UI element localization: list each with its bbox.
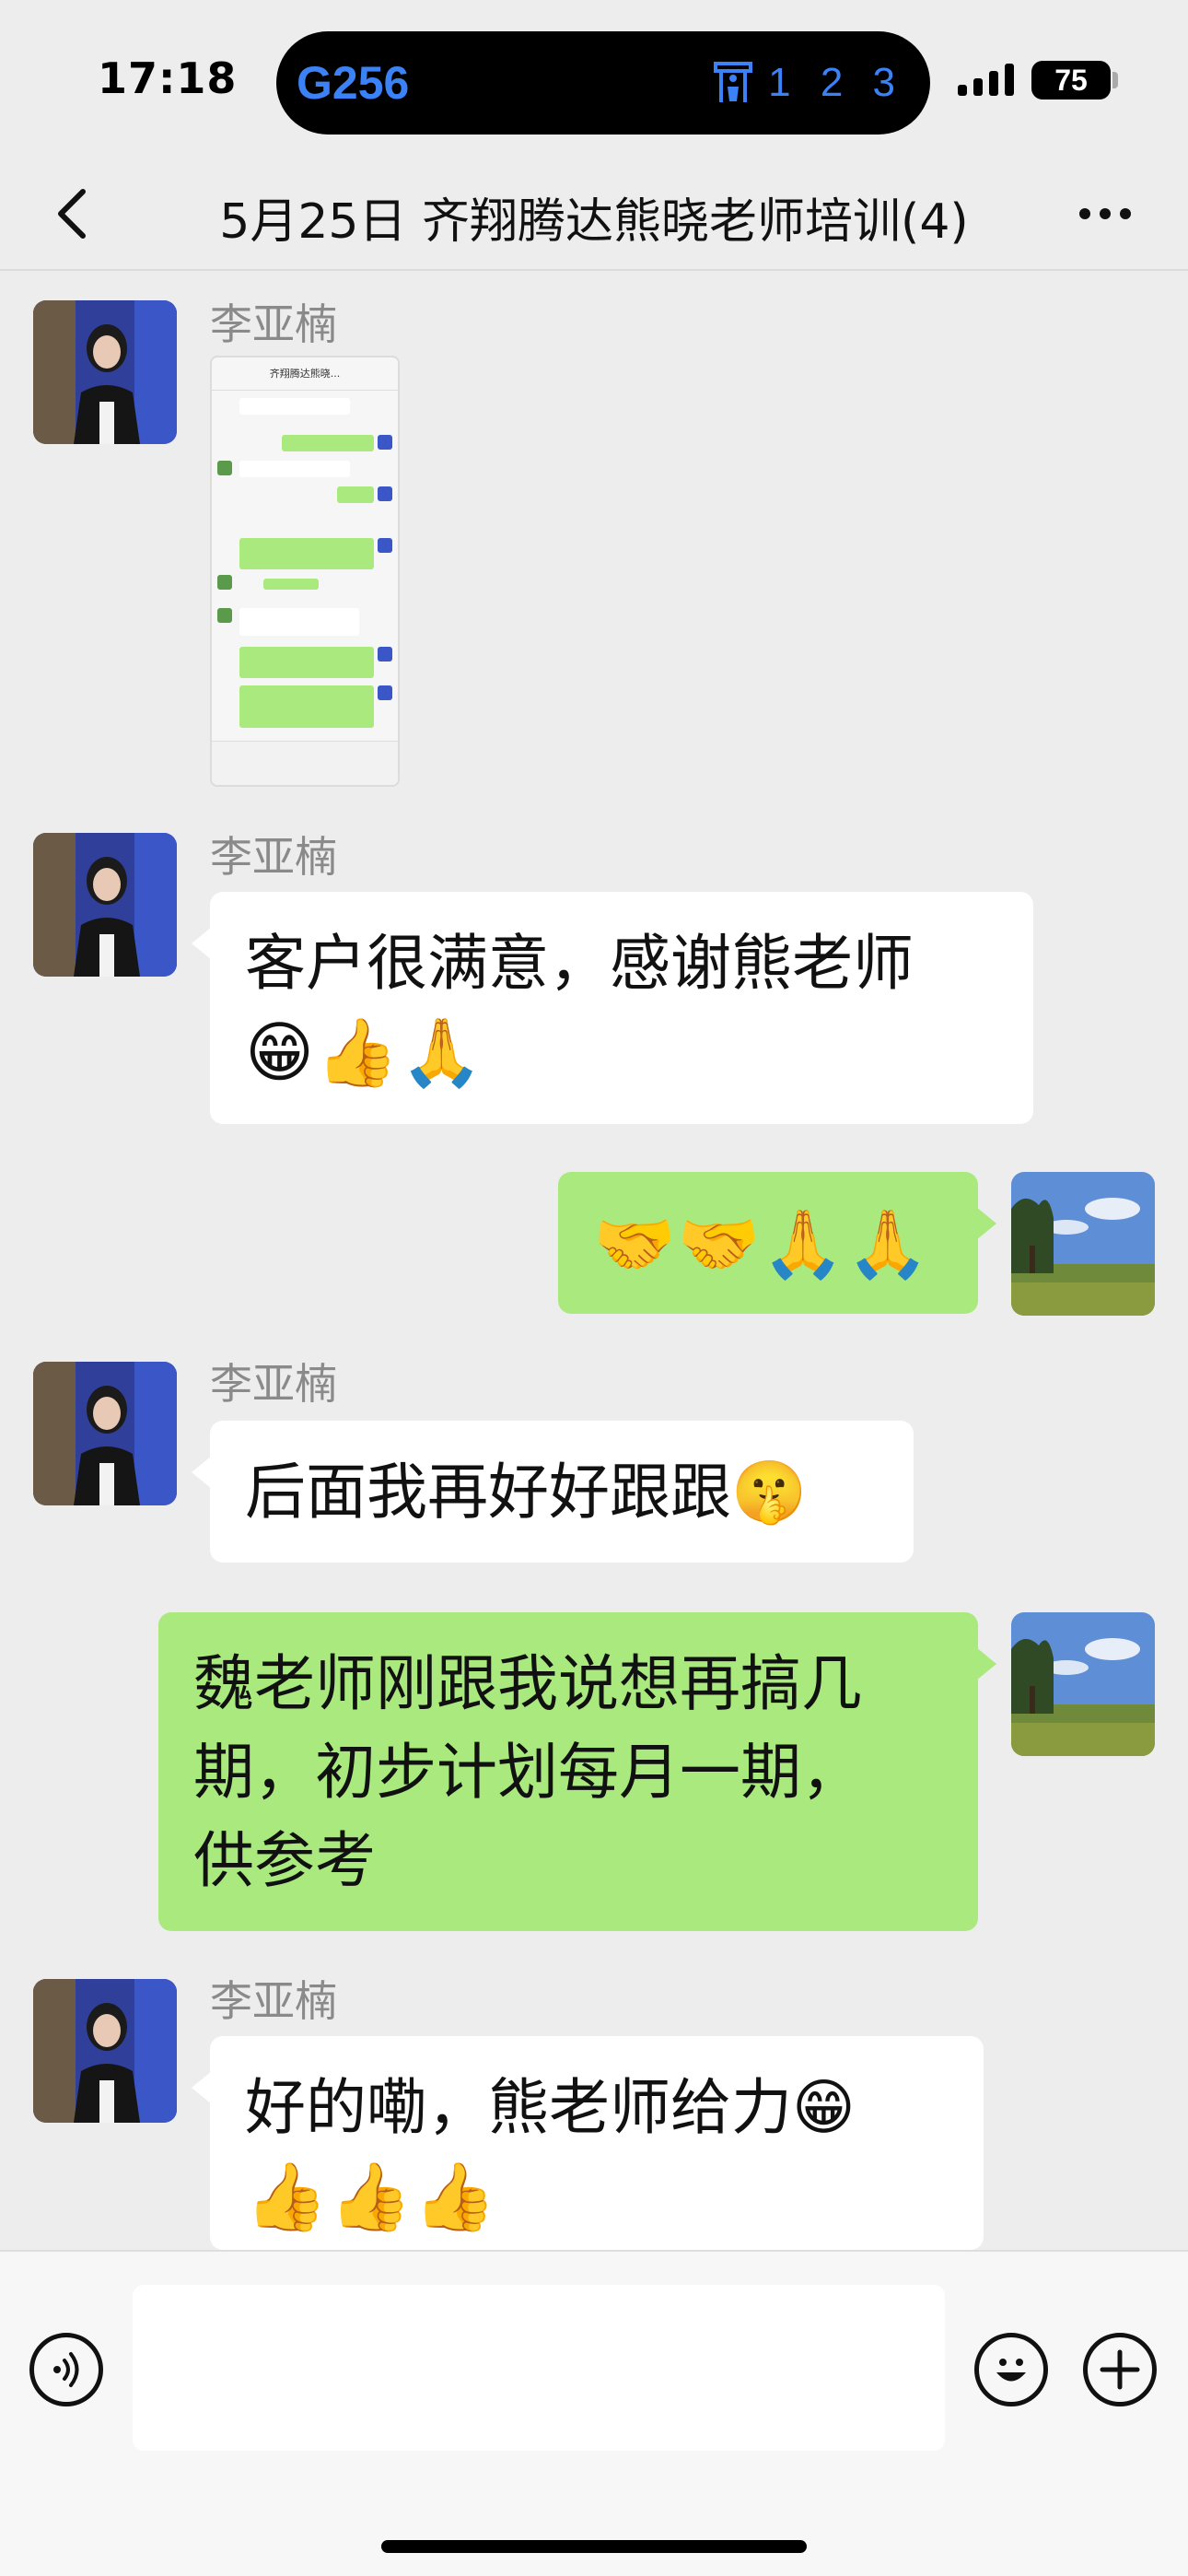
- message-emoji-line: 🤝🤝🙏🙏: [593, 1205, 931, 1282]
- cellular-signal-icon: [958, 63, 1014, 96]
- battery-level: 75: [1054, 63, 1088, 97]
- thumb-avatar: [217, 575, 232, 590]
- thumb-avatar: [378, 647, 392, 662]
- clock: 17:18: [98, 53, 238, 103]
- message-text: 客户很满意，感谢熊老师: [245, 928, 914, 999]
- more-dot: [1100, 208, 1111, 219]
- message-text-line: 魏老师刚跟我说想再搞几: [193, 1648, 862, 1719]
- thumb-avatar: [217, 461, 232, 475]
- sender-name: 李亚楠: [210, 299, 337, 349]
- chat-header: 5月25日 齐翔腾达熊晓老师培训(4): [0, 157, 1188, 271]
- sender-name: 李亚楠: [210, 1359, 337, 1409]
- avatar-sender[interactable]: [33, 833, 177, 977]
- island-gate-numbers: 1 2 3: [768, 60, 904, 105]
- message-bubble-outgoing[interactable]: 🤝🤝🙏🙏: [558, 1172, 996, 1314]
- thumbnail-title: 齐翔腾达熊晓...: [212, 357, 398, 391]
- message-text: 好的嘞，熊老师给力😁: [245, 2072, 856, 2143]
- person-avatar-icon: [33, 1362, 177, 1505]
- thumb-bubble: [239, 685, 374, 728]
- chevron-left-icon: [58, 189, 86, 239]
- message-text: 后面我再好好跟跟🤫: [245, 1457, 808, 1528]
- status-bar: 17:18 G256 1 2 3 75: [0, 0, 1188, 157]
- message-emoji-line: 😁👍🙏: [245, 1013, 485, 1091]
- thumb-bubble: [239, 398, 350, 415]
- more-button[interactable]: [1068, 181, 1142, 247]
- message-text-line: 供参考: [193, 1825, 376, 1896]
- thumb-avatar: [378, 486, 392, 501]
- plus-icon: [1100, 2349, 1140, 2390]
- gate-icon: [714, 62, 753, 102]
- person-avatar-icon: [33, 300, 177, 444]
- image-message-thumbnail[interactable]: 齐翔腾达熊晓...: [210, 356, 400, 787]
- thumb-avatar: [378, 435, 392, 450]
- landscape-avatar-icon: [1011, 1172, 1155, 1316]
- more-dot: [1120, 208, 1131, 219]
- thumb-bubble: [239, 461, 350, 477]
- plus-button[interactable]: [1083, 2333, 1157, 2406]
- thumb-input-bar: [212, 741, 398, 785]
- thumb-avatar: [378, 538, 392, 553]
- message-bubble-incoming[interactable]: 客户很满意，感谢熊老师 😁👍🙏: [192, 892, 1033, 1124]
- more-dots-icon: [1079, 208, 1090, 219]
- thumb-bubble: [239, 608, 359, 636]
- voice-button[interactable]: [29, 2333, 103, 2406]
- message-emoji-line: 👍👍👍: [245, 2158, 498, 2235]
- dynamic-island[interactable]: G256 1 2 3: [276, 31, 930, 135]
- thumb-avatar: [217, 608, 232, 623]
- message-input[interactable]: [133, 2285, 945, 2451]
- thumb-avatar: [378, 685, 392, 700]
- island-train-code: G256: [297, 57, 410, 109]
- thumb-bubble: [263, 579, 319, 590]
- avatar-self[interactable]: [1011, 1612, 1155, 1756]
- message-text-line: 期，初步计划每月一期，: [193, 1737, 862, 1808]
- chat-title: 5月25日 齐翔腾达熊晓老师培训(4): [219, 194, 969, 250]
- avatar-sender[interactable]: [33, 1979, 177, 2123]
- battery-icon: 75: [1031, 61, 1111, 100]
- input-bar: [0, 2250, 1188, 2576]
- avatar-self[interactable]: [1011, 1172, 1155, 1316]
- emoji-button[interactable]: [974, 2333, 1048, 2406]
- person-avatar-icon: [33, 833, 177, 977]
- thumb-bubble: [239, 538, 374, 569]
- avatar-sender[interactable]: [33, 1362, 177, 1505]
- sender-name: 李亚楠: [210, 832, 337, 882]
- landscape-avatar-icon: [1011, 1612, 1155, 1756]
- message-bubble-incoming[interactable]: 后面我再好好跟跟🤫: [192, 1421, 914, 1563]
- avatar-sender[interactable]: [33, 300, 177, 444]
- thumb-bubble: [239, 647, 374, 678]
- message-bubble-incoming[interactable]: 好的嘞，熊老师给力😁 👍👍👍: [192, 2036, 984, 2250]
- island-gate-info: 1 2 3: [713, 60, 904, 106]
- battery-cap: [1112, 72, 1118, 88]
- emoji-icon: [996, 2359, 1026, 2382]
- message-bubble-outgoing[interactable]: 魏老师刚跟我说想再搞几 期，初步计划每月一期， 供参考: [158, 1612, 996, 1931]
- thumb-bubble: [337, 486, 374, 503]
- voice-icon: [53, 2352, 79, 2387]
- back-button[interactable]: [39, 181, 105, 247]
- thumb-bubble: [282, 435, 374, 451]
- sender-name: 李亚楠: [210, 1976, 337, 2026]
- person-avatar-icon: [33, 1979, 177, 2123]
- home-indicator[interactable]: [381, 2540, 807, 2553]
